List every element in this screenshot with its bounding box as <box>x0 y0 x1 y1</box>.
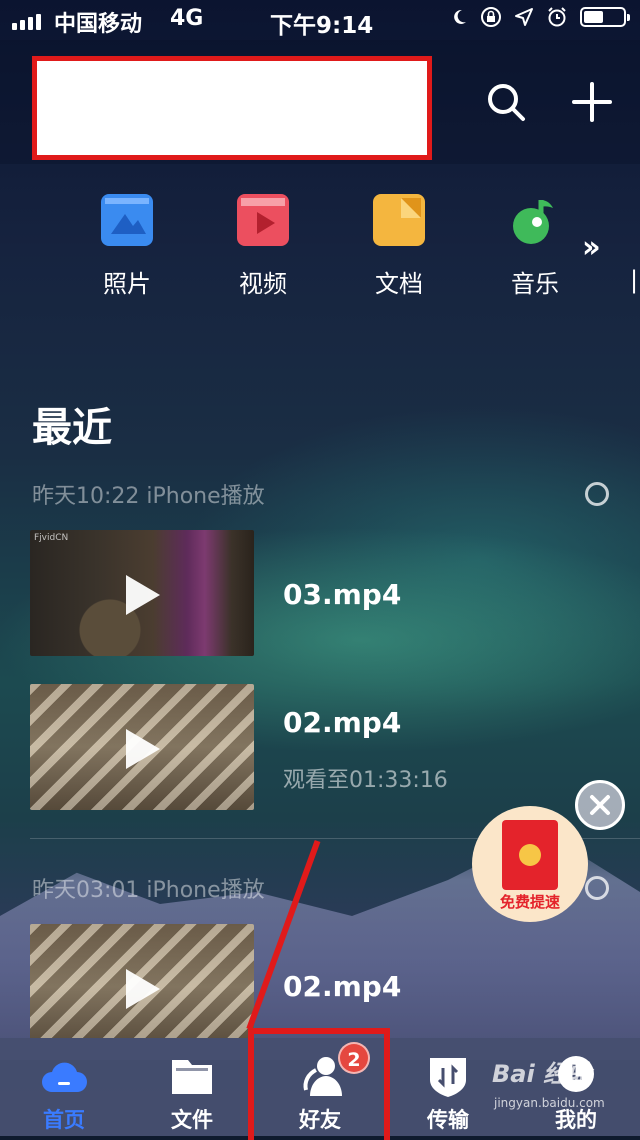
tab-label: 文件 <box>171 1108 213 1132</box>
promo-label: 免费提速 <box>499 893 560 911</box>
watch-progress: 观看至01:33:16 <box>283 768 448 793</box>
battery-level <box>584 11 603 23</box>
file-name: 02.mp4 <box>283 970 402 1003</box>
tab-files[interactable]: 文件 <box>128 1038 256 1136</box>
top-header <box>0 40 640 164</box>
play-icon <box>126 969 160 1009</box>
category-label: 文档 <box>375 270 423 298</box>
video-thumbnail <box>30 924 254 1038</box>
category-label-partial: | <box>630 266 639 294</box>
video-icon <box>237 194 289 246</box>
red-envelope-icon <box>502 820 558 890</box>
header-title-redacted <box>32 56 432 160</box>
file-name: 03.mp4 <box>283 578 402 611</box>
thumbnail-watermark: FjvidCN <box>34 533 69 543</box>
group-select-radio[interactable] <box>585 876 609 900</box>
category-label: 视频 <box>239 270 287 298</box>
category-music[interactable]: 音乐 <box>480 190 590 299</box>
tab-home[interactable]: 首页 <box>0 1038 128 1136</box>
folder-icon <box>172 1060 212 1094</box>
close-icon[interactable] <box>575 780 625 830</box>
category-shortcuts: 照片 视频 文档 音乐 <box>0 190 640 300</box>
status-bar: 中国移动 4G 下午9:14 <box>0 0 640 40</box>
list-item[interactable]: 02.mp4 <box>30 924 590 1038</box>
double-chevron-right-icon[interactable]: ›› <box>582 230 601 265</box>
document-icon <box>373 194 425 246</box>
list-item[interactable]: 02.mp4 观看至01:33:16 <box>30 684 590 810</box>
cloud-icon <box>42 1062 87 1092</box>
video-thumbnail: FjvidCN <box>30 530 254 656</box>
music-icon <box>509 194 561 246</box>
group-header: 昨天10:22 iPhone播放 <box>32 484 265 509</box>
battery-icon <box>580 7 630 27</box>
search-icon[interactable] <box>484 80 528 124</box>
moon-icon <box>454 9 466 24</box>
group-header: 昨天03:01 iPhone播放 <box>32 878 265 903</box>
signal-icon <box>12 12 41 30</box>
speedup-promo[interactable]: 免费提速 <box>472 806 588 922</box>
watermark-logo: Bai 经验 <box>492 1060 592 1088</box>
plus-icon[interactable] <box>570 80 614 124</box>
transfer-icon <box>430 1058 466 1097</box>
annotation-highlight-box <box>248 1028 390 1140</box>
play-icon <box>126 575 160 615</box>
tab-label: 首页 <box>43 1108 85 1132</box>
photo-icon <box>101 194 153 246</box>
category-videos[interactable]: 视频 <box>208 190 318 299</box>
category-label: 照片 <box>103 270 151 298</box>
baidu-watermark: Bai 经验 jingyan.baidu.com <box>478 1050 638 1120</box>
video-thumbnail <box>30 684 254 810</box>
status-icons <box>450 6 630 28</box>
category-photos[interactable]: 照片 <box>72 190 182 299</box>
file-name: 02.mp4 <box>283 706 402 739</box>
network-type: 4G <box>170 6 204 31</box>
group-select-radio[interactable] <box>585 482 609 506</box>
category-documents[interactable]: 文档 <box>344 190 454 299</box>
section-title-recent: 最近 <box>32 405 112 451</box>
orientation-lock-icon <box>481 7 501 27</box>
play-icon <box>126 729 160 769</box>
watermark-site: jingyan.baidu.com <box>494 1096 605 1110</box>
list-item[interactable]: FjvidCN 03.mp4 <box>30 530 590 656</box>
alarm-icon <box>548 7 566 27</box>
location-icon <box>515 8 533 26</box>
category-label: 音乐 <box>511 270 559 298</box>
clock: 下午9:14 <box>270 13 374 39</box>
carrier-name: 中国移动 <box>54 12 143 37</box>
